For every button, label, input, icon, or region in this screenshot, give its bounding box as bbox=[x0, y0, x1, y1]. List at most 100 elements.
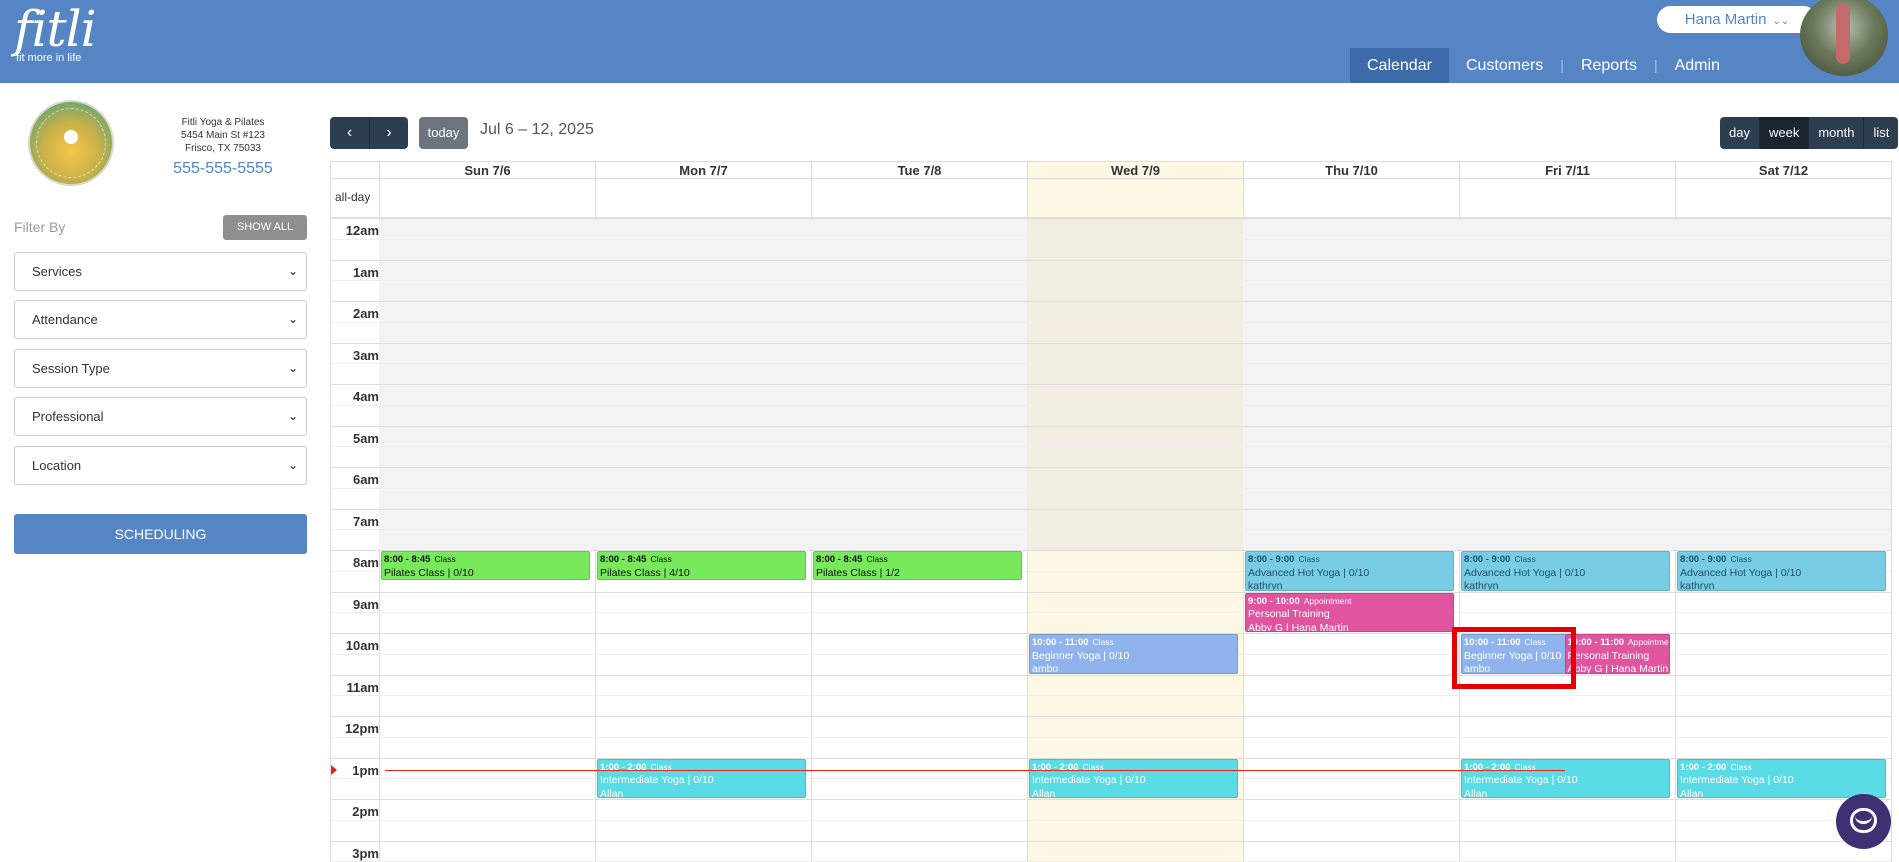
user-avatar[interactable] bbox=[1800, 0, 1888, 76]
grid-line bbox=[331, 178, 1891, 179]
grid-line bbox=[331, 591, 1891, 593]
event-title: Pilates Class | 1/2 bbox=[816, 566, 900, 579]
event-title: Intermediate Yoga | 0/10 bbox=[600, 774, 714, 786]
calendar-event[interactable]: 10:00 - 11:00AppointmentPersonal Trainin… bbox=[1564, 634, 1670, 674]
view-switcher: day week month list bbox=[1720, 117, 1899, 149]
nav-reports[interactable]: Reports bbox=[1564, 48, 1654, 83]
fitli-logo[interactable]: fitli fit more in life bbox=[14, 2, 97, 64]
event-kind: Class bbox=[1298, 554, 1320, 564]
event-title: Pilates Class | 0/10 bbox=[384, 566, 474, 579]
prev-week-button[interactable]: ‹ bbox=[330, 117, 369, 149]
filter-by-label: Filter By bbox=[14, 219, 66, 235]
event-staff: Abby G | Hana Martin bbox=[1567, 663, 1669, 674]
scheduling-button[interactable]: SCHEDULING bbox=[14, 514, 307, 554]
grid-line bbox=[331, 404, 1891, 406]
today-button[interactable]: today bbox=[419, 117, 468, 149]
grid-line bbox=[331, 425, 1891, 427]
nav-customers[interactable]: Customers bbox=[1449, 48, 1560, 83]
time-label: 12am bbox=[345, 223, 379, 238]
studio-phone[interactable]: 555-555-5555 bbox=[150, 158, 296, 180]
nav-admin[interactable]: Admin bbox=[1658, 48, 1737, 83]
calendar-event[interactable]: 1:00 - 2:00 Class Intermediate Yoga | 0/10… bbox=[1029, 758, 1238, 798]
grid-line bbox=[331, 736, 1891, 738]
time-label: 12pm bbox=[345, 721, 379, 736]
professional-select[interactable]: Professional ⌄ bbox=[14, 397, 307, 436]
grid-line bbox=[331, 342, 1891, 344]
event-time: 1:00 - 2:00 bbox=[1680, 761, 1727, 773]
time-label: 3am bbox=[352, 347, 379, 363]
event-time-row: 9:00 - 10:00 Appointment bbox=[1248, 595, 1451, 609]
calendar-event[interactable]: 8:00 - 9:00 Class Advanced Hot Yoga | 0/10… bbox=[1245, 551, 1454, 591]
event-time: 8:00 - 9:00 bbox=[1680, 554, 1727, 565]
time-label: 5am bbox=[352, 430, 379, 446]
calendar-event[interactable]: 8:00 - 8:45 Class Pilates Class | 4/10 bbox=[597, 551, 806, 581]
location-select[interactable]: Location ⌄ bbox=[14, 446, 307, 485]
event-time: 9:00 - 10:00 bbox=[1248, 595, 1300, 607]
session-type-select[interactable]: Session Type ⌄ bbox=[14, 349, 307, 388]
day-header[interactable]: Thu 7/10 bbox=[1243, 162, 1459, 178]
grid-line bbox=[331, 280, 1891, 282]
user-menu[interactable]: Hana Martin ⌄⌄ bbox=[1657, 6, 1817, 33]
event-title: Personal Training bbox=[1248, 608, 1330, 620]
day-header[interactable]: Fri 7/11 bbox=[1459, 162, 1675, 178]
main-nav: Calendar Customers | Reports | Admin bbox=[1350, 48, 1737, 83]
calendar-event[interactable]: 8:00 - 8:45 Class Pilates Class | 0/10 bbox=[381, 551, 590, 581]
chat-icon[interactable] bbox=[1836, 794, 1891, 849]
chevron-down-icon: ⌄ bbox=[287, 264, 298, 278]
event-kind: Class bbox=[434, 554, 456, 564]
select-value: Services bbox=[32, 264, 82, 279]
studio-address-line2: Frisco, TX 75033 bbox=[185, 143, 261, 154]
date-range-title: Jul 6 – 12, 2025 bbox=[480, 121, 594, 138]
calendar-event[interactable]: 1:00 - 2:00 Class Intermediate Yoga | 0/10… bbox=[1461, 758, 1670, 798]
event-time-row: 10:00 - 11:00Appointment bbox=[1568, 636, 1670, 650]
time-label: 10am bbox=[345, 638, 379, 653]
day-header[interactable]: Sat 7/12 bbox=[1675, 162, 1891, 178]
time-label: 9am bbox=[352, 596, 379, 612]
event-staff: Allan bbox=[1464, 787, 1488, 798]
attendance-select[interactable]: Attendance ⌄ bbox=[14, 300, 307, 339]
event-time-row: 8:00 - 9:00 Class bbox=[1248, 553, 1451, 567]
all-day-label: all-day bbox=[335, 190, 371, 204]
day-header[interactable]: Mon 7/7 bbox=[595, 162, 811, 178]
day-header[interactable]: Sun 7/6 bbox=[379, 162, 595, 178]
calendar-event[interactable]: 9:00 - 10:00 Appointment Personal Training… bbox=[1245, 592, 1454, 632]
grid-line bbox=[331, 218, 1891, 219]
grid-line bbox=[331, 363, 1891, 365]
event-time-row: 8:00 - 9:00 Class bbox=[1680, 553, 1883, 567]
event-time: 10:00 - 11:00 bbox=[1032, 637, 1089, 648]
top-header-bar: fitli fit more in life Hana Martin ⌄⌄ Cal… bbox=[0, 0, 1899, 83]
calendar-event[interactable]: 8:00 - 9:00 Class Advanced Hot Yoga | 0/10… bbox=[1461, 551, 1670, 591]
event-kind: Class bbox=[1514, 554, 1536, 564]
selection-highlight bbox=[1452, 627, 1576, 689]
event-staff: kathryn bbox=[1464, 580, 1499, 591]
time-label: 1pm bbox=[352, 762, 379, 778]
view-month-button[interactable]: month bbox=[1808, 117, 1864, 149]
view-list-button[interactable]: list bbox=[1863, 117, 1899, 149]
calendar-event[interactable]: 10:00 - 11:00 Class Beginner Yoga | 0/10 am… bbox=[1029, 634, 1238, 674]
event-staff: kathryn bbox=[1248, 580, 1283, 591]
studio-address-line1: 5454 Main St #123 bbox=[181, 130, 265, 141]
services-select[interactable]: Services ⌄ bbox=[14, 252, 307, 291]
time-label: 2am bbox=[352, 306, 379, 321]
event-kind: Class bbox=[1730, 761, 1752, 772]
calendar-event[interactable]: 1:00 - 2:00 Class Intermediate Yoga | 0/10… bbox=[1677, 758, 1886, 798]
calendar-event[interactable]: 1:00 - 2:00 Class Intermediate Yoga | 0/10… bbox=[597, 758, 806, 798]
event-time-row: 1:00 - 2:00 Class bbox=[1680, 761, 1883, 775]
view-day-button[interactable]: day bbox=[1720, 117, 1759, 149]
event-title: Personal Training bbox=[1567, 649, 1650, 662]
calendar-event[interactable]: 8:00 - 9:00 Class Advanced Hot Yoga | 0/10… bbox=[1677, 551, 1886, 591]
chevron-down-icon: ⌄ bbox=[287, 458, 298, 472]
grid-line bbox=[331, 716, 1891, 717]
select-value: Session Type bbox=[32, 361, 110, 376]
nav-calendar[interactable]: Calendar bbox=[1350, 48, 1449, 83]
day-header[interactable]: Tue 7/8 bbox=[811, 162, 1027, 178]
event-kind: Class bbox=[650, 554, 672, 564]
view-week-button[interactable]: week bbox=[1758, 117, 1809, 149]
now-indicator-line bbox=[385, 770, 1565, 771]
select-value: Professional bbox=[32, 409, 104, 424]
calendar-event[interactable]: 8:00 - 8:45 Class Pilates Class | 1/2 bbox=[813, 551, 1022, 581]
show-all-button[interactable]: SHOW ALL bbox=[223, 215, 307, 240]
event-time-row: 8:00 - 8:45 Class bbox=[816, 553, 1019, 567]
day-header[interactable]: Wed 7/9 bbox=[1027, 162, 1243, 178]
next-week-button[interactable]: › bbox=[369, 117, 408, 149]
